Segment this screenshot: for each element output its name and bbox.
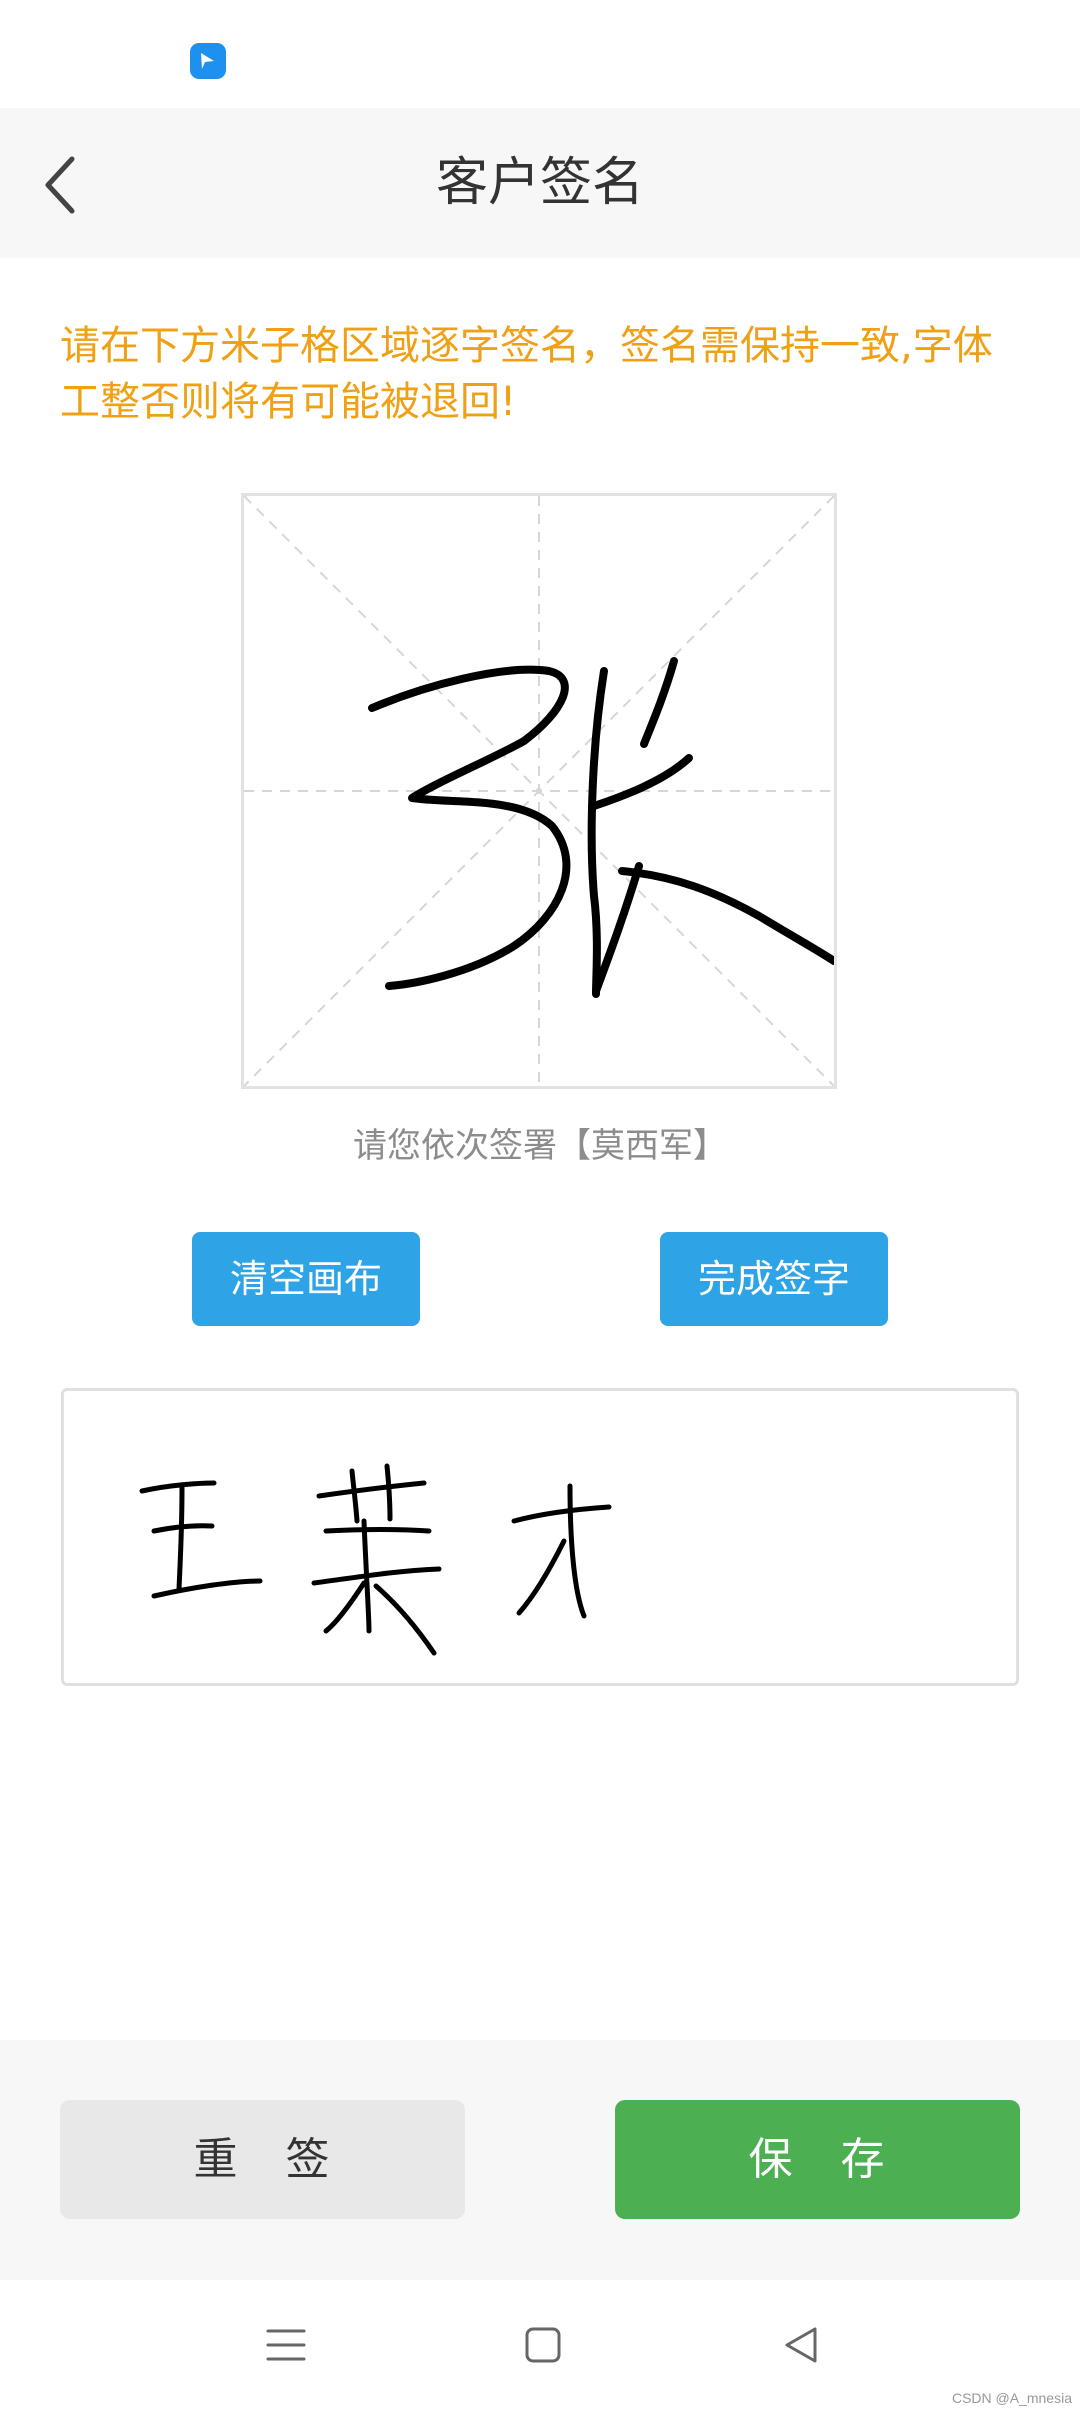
watermark: CSDN @A_mnesia [951, 2390, 1072, 2406]
signing-instructions: 请在下方米子格区域逐字签名，签名需保持一致,字体工整否则将有可能被退回! [60, 323, 993, 425]
square-home-icon [525, 2327, 561, 2363]
triangle-back-icon [785, 2327, 817, 2363]
save-button[interactable]: 保 存 [615, 2100, 1020, 2219]
signature-preview-strokes [139, 1463, 612, 1656]
page-title: 客户签名 [435, 153, 644, 213]
header: 客户签名 [0, 108, 1080, 258]
handwritten-stroke-zhang [368, 657, 834, 998]
nav-home-button[interactable] [498, 2300, 588, 2390]
menu-icon [266, 2329, 306, 2361]
signature-canvas[interactable] [241, 493, 837, 1089]
mi-zi-grid [244, 496, 834, 1086]
system-nav-bar [0, 2280, 1080, 2412]
clear-canvas-button[interactable]: 清空画布 [192, 1232, 420, 1326]
nav-back-button[interactable] [756, 2300, 846, 2390]
signature-preview [61, 1388, 1019, 1686]
bottom-action-bar: 重 签 保 存 [0, 2040, 1080, 2280]
sign-name-prompt: 请您依次签署【莫西军】 [353, 1126, 727, 1166]
finish-signing-button[interactable]: 完成签字 [660, 1232, 888, 1326]
nav-menu-button[interactable] [241, 2300, 331, 2390]
app-notification-icon [190, 43, 226, 79]
status-bar [0, 0, 1080, 108]
resign-button[interactable]: 重 签 [60, 2100, 465, 2219]
